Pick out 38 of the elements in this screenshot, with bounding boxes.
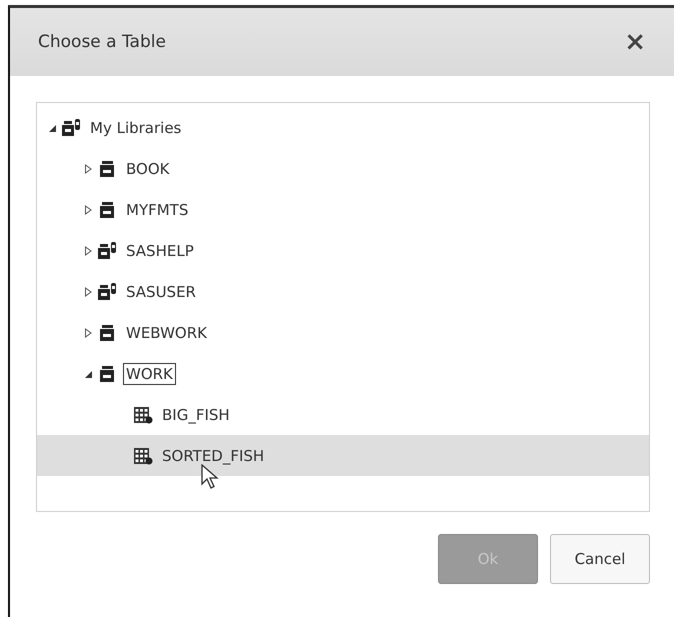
cancel-button[interactable]: Cancel: [550, 534, 650, 584]
item-label: MYFMTS: [125, 200, 190, 220]
expanded-triangle-icon[interactable]: [83, 368, 93, 378]
item-label: My Libraries: [89, 118, 182, 138]
collapsed-triangle-icon[interactable]: [83, 246, 93, 256]
tree-item[interactable]: SASUSER: [37, 271, 649, 312]
item-label: WORK: [123, 362, 176, 384]
tree-item[interactable]: SASHELP: [37, 230, 649, 271]
tree-item[interactable]: WEBWORK: [37, 312, 649, 353]
tree-item[interactable]: BOOK: [37, 148, 649, 189]
drawer-stack-icon: [97, 322, 117, 342]
tree-item[interactable]: SORTED_FISH: [37, 435, 649, 476]
tree-item[interactable]: WORK: [37, 353, 649, 394]
table-icon: [133, 446, 153, 466]
item-label: WEBWORK: [125, 322, 208, 344]
item-label: SASHELP: [125, 240, 195, 262]
drawer-stack-icon: [97, 200, 117, 220]
table-icon: [133, 404, 153, 424]
library-group-icon: [97, 282, 117, 302]
item-label: BIG_FISH: [161, 404, 231, 426]
tree-item[interactable]: BIG_FISH: [37, 394, 649, 435]
item-label: SORTED_FISH: [161, 446, 266, 466]
close-button[interactable]: ×: [620, 27, 650, 57]
dialog-title: Choose a Table: [38, 32, 166, 52]
collapsed-triangle-icon[interactable]: [83, 286, 93, 296]
item-label: BOOK: [125, 158, 170, 180]
collapsed-triangle-icon[interactable]: [83, 204, 93, 214]
library-group-icon: [61, 118, 81, 138]
collapsed-triangle-icon[interactable]: [83, 328, 93, 338]
item-label: SASUSER: [125, 282, 197, 302]
drawer-stack-icon: [97, 364, 117, 384]
expanded-triangle-icon[interactable]: [47, 122, 57, 132]
drawer-stack-icon: [97, 158, 117, 178]
collapsed-triangle-icon[interactable]: [83, 164, 93, 174]
tree-item[interactable]: MYFMTS: [37, 189, 649, 230]
library-group-icon: [97, 240, 117, 260]
tree-item[interactable]: My Libraries: [37, 107, 649, 148]
mouse-pointer-icon: [201, 464, 219, 490]
